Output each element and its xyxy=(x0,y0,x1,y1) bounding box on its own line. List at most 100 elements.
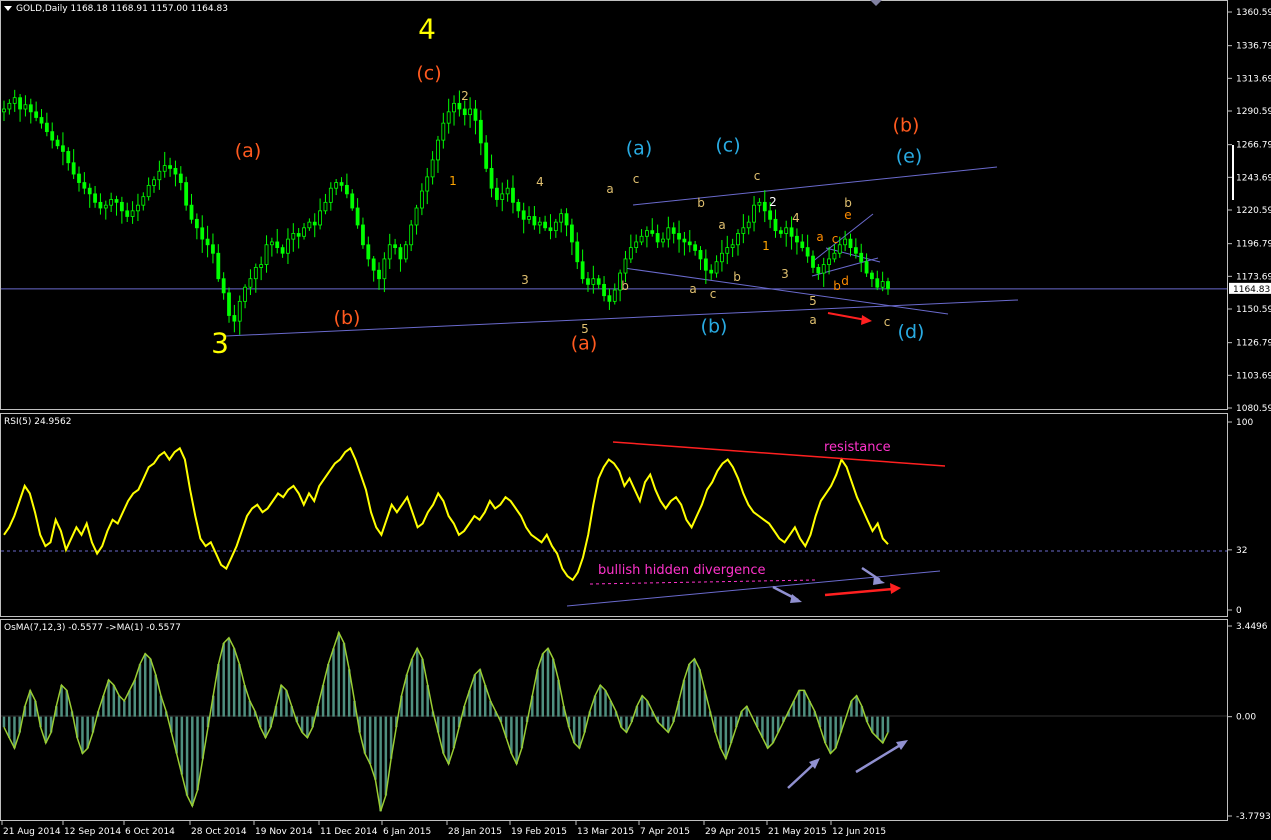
osma-title: OsMA(7,12,3) -0.5577 ->MA(1) -0.5577 xyxy=(4,623,181,633)
price-y-tick-label: 1150.59 xyxy=(1236,305,1271,315)
minor-wave-label: 3 xyxy=(521,273,529,287)
candle-body xyxy=(746,221,751,229)
candle-body xyxy=(23,104,28,110)
candle-body xyxy=(334,182,339,189)
candle-body xyxy=(586,278,590,285)
candle-body xyxy=(714,261,719,274)
candle-body xyxy=(816,267,821,274)
x-tick-label: 11 Dec 2014 xyxy=(320,827,378,837)
candle-body xyxy=(119,201,124,212)
candle-body xyxy=(136,204,140,212)
rsi-y-tick-label: 100 xyxy=(1236,418,1253,428)
minor-wave-label: a xyxy=(718,218,725,232)
candle-body xyxy=(130,210,135,217)
candle-body xyxy=(677,233,681,240)
x-tick-label: 19 Nov 2014 xyxy=(255,827,313,837)
candle-body xyxy=(189,204,194,220)
osma-y-tick-label: 3.4496 xyxy=(1236,622,1268,632)
wave-label: 3 xyxy=(211,326,229,359)
candle-body xyxy=(93,193,97,203)
candle-body xyxy=(505,187,510,195)
candle-body xyxy=(543,221,548,229)
minor-wave-label: e xyxy=(844,208,851,222)
candle-body xyxy=(778,230,783,234)
candle-body xyxy=(307,221,312,229)
candle-body xyxy=(275,241,280,249)
candle-body xyxy=(489,168,494,189)
scroll-marker-icon[interactable] xyxy=(870,0,882,6)
candle-body xyxy=(768,210,773,220)
candle-body xyxy=(639,235,644,243)
minor-wave-label: a xyxy=(606,182,613,196)
divergence-dashed-line xyxy=(589,579,816,585)
osma-arrow-1 xyxy=(787,762,816,789)
candle-body xyxy=(366,244,371,260)
minor-wave-label: a xyxy=(809,313,816,327)
candle-body xyxy=(253,267,258,280)
candle-body xyxy=(243,286,247,302)
candle-body xyxy=(221,278,226,294)
osma-arrow-2-head xyxy=(896,740,908,750)
rsi-panel-frame xyxy=(0,413,1228,617)
minor-wave-label: a xyxy=(816,230,823,244)
dropdown-triangle-icon[interactable] xyxy=(4,6,12,11)
candle-body xyxy=(205,238,210,246)
minor-wave-label: c xyxy=(710,287,717,301)
candle-body xyxy=(323,201,328,212)
rsi-arrow-1-head xyxy=(790,594,802,603)
candle-body xyxy=(468,108,473,116)
candle-body xyxy=(248,278,253,288)
candle-body xyxy=(178,173,183,183)
candle-body xyxy=(452,102,456,113)
candle-body xyxy=(580,261,585,280)
candle-body xyxy=(853,247,858,254)
rsi-red-arrow xyxy=(824,587,894,597)
price-y-tick-label: 1173.69 xyxy=(1236,272,1271,282)
candle-body xyxy=(511,187,515,203)
candlesticks xyxy=(2,89,890,335)
candle-body xyxy=(344,184,349,195)
wave-label: (d) xyxy=(898,321,925,343)
candle-body xyxy=(500,193,505,200)
candle-body xyxy=(377,269,381,280)
candle-body xyxy=(355,207,360,226)
candle-body xyxy=(650,230,655,234)
price-y-tick-label: 1103.69 xyxy=(1236,371,1271,381)
candle-body xyxy=(725,247,730,254)
candle-body xyxy=(527,216,531,220)
chart-shift-marker-icon[interactable] xyxy=(1232,145,1234,200)
triangle-upper-line xyxy=(632,166,998,206)
minor-wave-label: 2 xyxy=(461,89,469,103)
price-y-tick-label: 1080.59 xyxy=(1236,404,1271,414)
candle-body xyxy=(237,300,242,322)
divergence-label: bullish hidden divergence xyxy=(598,563,766,578)
candle-body xyxy=(537,221,542,226)
candle-body xyxy=(687,241,692,246)
trading-chart[interactable]: GOLD,Daily 1168.18 1168.91 1157.00 1164.… xyxy=(0,0,1271,840)
candle-body xyxy=(211,244,215,254)
candle-body xyxy=(382,258,387,280)
candle-body xyxy=(168,165,172,169)
candle-body xyxy=(286,238,290,254)
x-tick-label: 7 Apr 2015 xyxy=(640,827,690,837)
candle-body xyxy=(591,278,596,285)
wave-label: (e) xyxy=(896,146,923,168)
x-tick-label: 28 Oct 2014 xyxy=(191,827,247,837)
candle-body xyxy=(484,142,489,169)
candle-body xyxy=(698,250,703,260)
minor-wave-label: d xyxy=(841,274,849,288)
price-red-arrow xyxy=(827,312,867,321)
candle-body xyxy=(848,238,853,249)
wave-label: (c) xyxy=(715,134,740,156)
x-tick-label: 21 Aug 2014 xyxy=(3,827,61,837)
price-y-tick-label: 1313.69 xyxy=(1236,74,1271,84)
candle-body xyxy=(50,131,55,141)
candle-body xyxy=(607,295,612,302)
candle-body xyxy=(393,244,398,249)
candle-body xyxy=(805,247,810,257)
wave-label: 4 xyxy=(418,12,436,45)
price-y-tick-label: 1266.79 xyxy=(1236,141,1271,151)
candle-body xyxy=(296,233,301,237)
candle-body xyxy=(827,258,831,265)
osma-y-axis: 3.4496 0.00 -3.7793 xyxy=(1227,622,1271,822)
